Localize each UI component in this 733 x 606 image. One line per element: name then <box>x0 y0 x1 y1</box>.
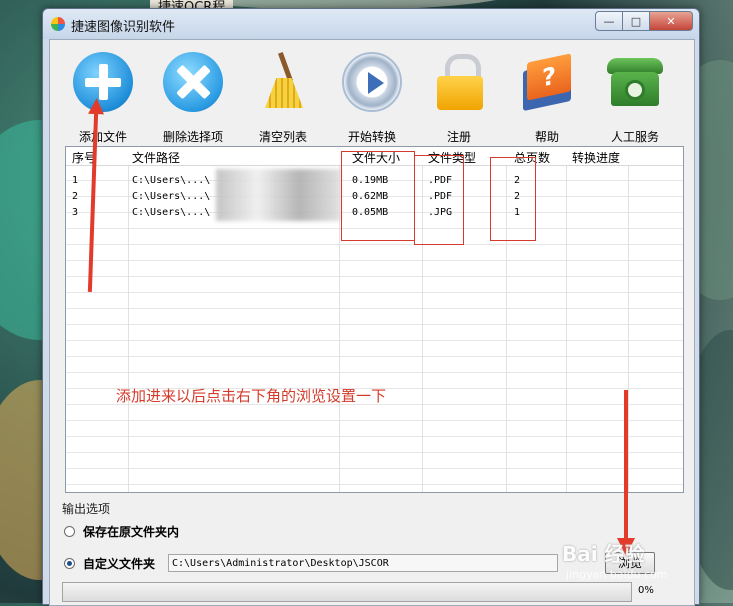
clear-list-button[interactable]: 清空列表 <box>238 48 328 144</box>
start-convert-button[interactable]: 开始转换 <box>327 48 417 144</box>
close-button[interactable]: ✕ <box>649 11 693 31</box>
add-file-label: 添加文件 <box>78 130 127 144</box>
help-label: 帮助 <box>534 130 559 144</box>
minimize-button[interactable]: — <box>595 11 623 31</box>
highlight-type <box>414 155 464 245</box>
highlight-pages <box>490 157 536 241</box>
row-path: C:\Users\...\ <box>132 191 211 202</box>
clear-list-label: 清空列表 <box>258 130 307 144</box>
row-index: 1 <box>72 175 79 186</box>
output-path-field[interactable]: C:\Users\Administrator\Desktop\JSCOR <box>168 554 558 572</box>
delete-icon <box>163 52 223 112</box>
broom-icon <box>253 52 313 112</box>
start-convert-label: 开始转换 <box>347 130 396 144</box>
row-index: 3 <box>72 207 79 218</box>
highlight-size <box>341 151 415 241</box>
header-progress[interactable]: 转换进度 <box>572 149 620 166</box>
phone-icon <box>605 52 665 112</box>
window-title: 捷速图像识别软件 <box>71 20 176 35</box>
redacted-path <box>216 169 341 221</box>
help-button[interactable]: ? 帮助 <box>502 48 592 144</box>
annotation-text: 添加进来以后点击右下角的浏览设置一下 <box>116 387 387 405</box>
header-path[interactable]: 文件路径 <box>132 149 180 166</box>
lock-icon <box>429 52 489 112</box>
radio-original-icon[interactable] <box>64 525 75 537</box>
radio-original-folder[interactable]: 保存在原文件夹内 <box>64 522 179 540</box>
conversion-progress-bar <box>62 582 632 602</box>
app-logo-icon <box>51 17 65 31</box>
delete-selected-label: 删除选择项 <box>162 130 223 144</box>
output-options-title: 输出选项 <box>62 502 111 516</box>
radio-original-label: 保存在原文件夹内 <box>83 524 180 539</box>
title-bar[interactable]: 捷速图像识别软件 — □ ✕ <box>43 9 699 39</box>
main-window: 捷速图像识别软件 — □ ✕ 添加文件 删除选择项 清空列表 开始转换 注册 ?… <box>42 8 700 606</box>
watermark-url: jingyan.baidu.com <box>566 568 668 581</box>
radio-custom-icon[interactable] <box>64 557 75 569</box>
radio-custom-label: 自定义文件夹 <box>83 556 156 571</box>
watermark-logo: Bai 经验 <box>562 542 645 566</box>
annotation-arrow-down <box>617 390 635 556</box>
row-path: C:\Users\...\ <box>132 207 211 218</box>
play-icon <box>342 52 402 112</box>
help-book-icon: ? <box>517 52 577 112</box>
add-file-button[interactable]: 添加文件 <box>58 48 148 144</box>
progress-percent: 0% <box>638 585 654 596</box>
radio-custom-folder[interactable]: 自定义文件夹 <box>64 554 155 572</box>
row-path: C:\Users\...\ <box>132 175 211 186</box>
manual-service-button[interactable]: 人工服务 <box>590 48 680 144</box>
file-list[interactable]: 序号 文件路径 文件大小 文件类型 总页数 转换进度 1 C:\Users\..… <box>65 146 684 493</box>
maximize-button[interactable]: □ <box>622 11 650 31</box>
register-button[interactable]: 注册 <box>414 48 504 144</box>
client-area: 添加文件 删除选择项 清空列表 开始转换 注册 ? 帮助 人工服务 序号 文件路… <box>49 39 695 606</box>
delete-selected-button[interactable]: 删除选择项 <box>148 48 238 144</box>
row-index: 2 <box>72 191 79 202</box>
toolbar: 添加文件 删除选择项 清空列表 开始转换 注册 ? 帮助 人工服务 <box>50 40 694 144</box>
register-label: 注册 <box>446 130 471 144</box>
manual-service-label: 人工服务 <box>610 130 659 144</box>
